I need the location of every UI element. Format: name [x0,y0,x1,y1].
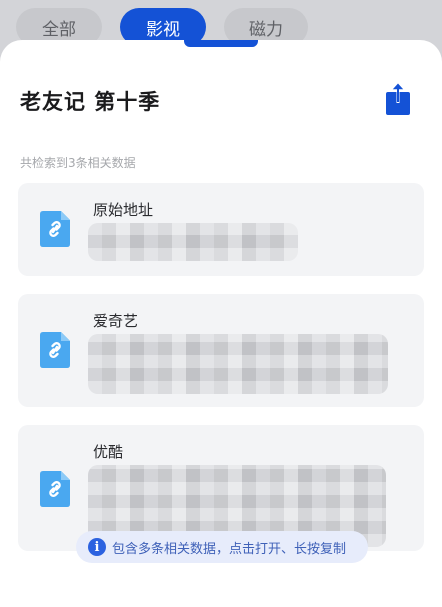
source-label: 优酷 [93,443,124,461]
sheet-handle[interactable] [184,40,258,47]
source-label: 爱奇艺 [93,312,139,330]
result-card[interactable]: 爱奇艺 [18,294,424,407]
result-count: 共检索到3条相关数据 [20,156,136,170]
page-title: 老友记 第十季 [20,90,161,114]
link-file-icon [40,211,70,247]
link-file-icon [40,471,70,507]
link-file-icon [40,332,70,368]
result-sheet: 老友记 第十季 共检索到3条相关数据 原始地址 爱奇艺 优酷 [0,40,442,607]
share-upload-icon[interactable] [385,82,411,116]
hint-text: 包含多条相关数据，点击打开、长按复制 [112,541,347,557]
hint-banner: i 包含多条相关数据，点击打开、长按复制 [76,531,368,563]
info-icon: i [88,538,106,556]
source-label: 原始地址 [93,201,154,219]
result-card[interactable]: 原始地址 [18,183,424,276]
blurred-url [88,223,298,261]
blurred-url [88,334,388,394]
